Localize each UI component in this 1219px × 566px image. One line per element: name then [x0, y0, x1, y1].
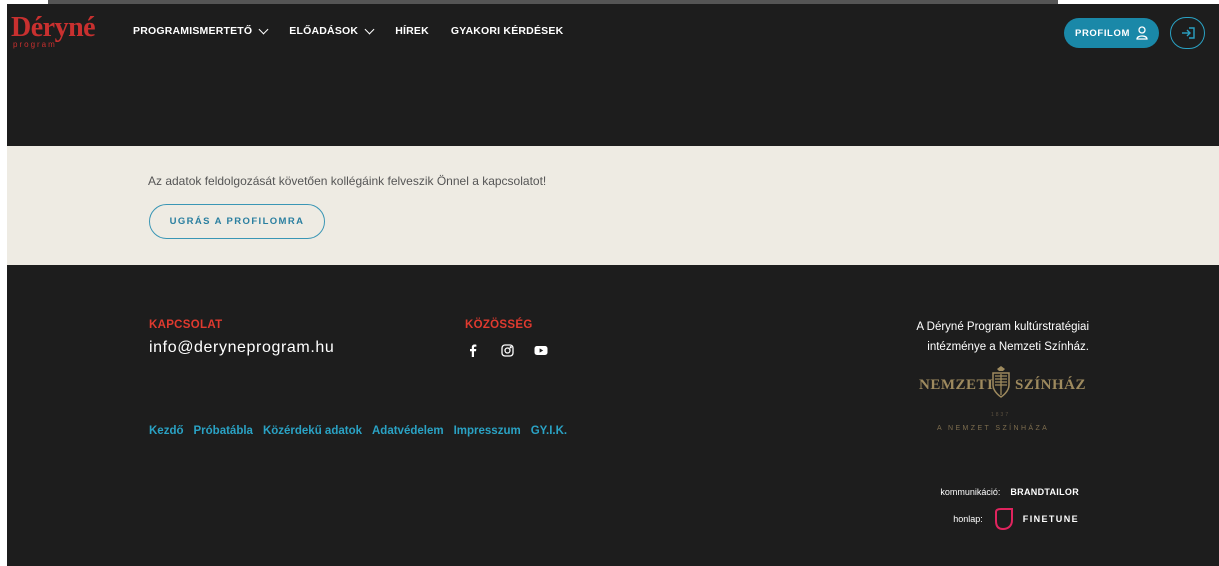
footer-link-impresszum[interactable]: Impresszum	[454, 425, 521, 437]
credit-comm-label: kommunikáció:	[940, 487, 1001, 497]
site-footer: KAPCSOLAT info@deryneprogram.hu KÖZÖSSÉG…	[7, 265, 1219, 566]
social-links	[465, 342, 549, 358]
deryne-logo[interactable]: Déryné program	[11, 14, 121, 54]
strategy-line-2: intézménye a Nemzeti Színház.	[927, 341, 1089, 353]
credit-website: honlap: FINETUNE	[940, 507, 1079, 531]
footer-link-probatabla[interactable]: Próbatábla	[194, 425, 253, 437]
go-to-profile-button[interactable]: UGRÁS A PROFILOMRA	[149, 204, 325, 239]
footer-link-kozerdeku-adatok[interactable]: Közérdekű adatok	[263, 425, 362, 437]
strategy-text: A Déryné Program kultúrstratégiai intézm…	[916, 317, 1089, 357]
main-nav: PROGRAMISMERTETŐ ELŐADÁSOK HÍREK GYAKORI…	[133, 24, 585, 37]
nav-label: PROGRAMISMERTETŐ	[133, 25, 253, 37]
footer-link-kezdo[interactable]: Kezdő	[149, 425, 184, 437]
nav-programismerteto[interactable]: PROGRAMISMERTETŐ	[133, 24, 269, 37]
chevron-down-icon	[364, 24, 375, 35]
nemzeti-szinhaz-logo[interactable]: NEMZETI SZÍNHÁZ 1837 A NEMZET SZÍNHÁZA	[919, 365, 1086, 435]
nemzeti-logo-subtitle: A NEMZET SZÍNHÁZA	[937, 425, 1050, 432]
finetune-link[interactable]: FINETUNE	[993, 507, 1079, 531]
logo-wordmark: Déryné	[11, 12, 96, 43]
youtube-icon[interactable]	[533, 342, 549, 358]
nemzeti-logo-left: NEMZETI	[919, 377, 994, 393]
site-header: Déryné program PROGRAMISMERTETŐ ELŐADÁSO…	[7, 4, 1219, 62]
footer-link-gyik[interactable]: GY.I.K.	[531, 425, 567, 437]
confirmation-section: Az adatok feldolgozását követően kollégá…	[7, 146, 1219, 265]
instagram-icon[interactable]	[499, 342, 515, 358]
brandtailor-link[interactable]: BRANDTAILOR	[1010, 487, 1079, 497]
community-heading: KÖZÖSSÉG	[465, 319, 533, 331]
nav-gyakori-kerdesek[interactable]: GYAKORI KÉRDÉSEK	[451, 25, 564, 37]
credit-communication: kommunikáció: BRANDTAILOR	[940, 487, 1079, 497]
login-button[interactable]	[1170, 17, 1205, 49]
finetune-logo-icon	[994, 508, 1013, 531]
profile-button-label: PROFILOM	[1075, 27, 1130, 39]
nemzeti-logo-year: 1837	[991, 412, 1011, 418]
nemzeti-logo-right: SZÍNHÁZ	[1015, 377, 1087, 393]
nav-eloadasok[interactable]: ELŐADÁSOK	[289, 24, 375, 37]
credits: kommunikáció: BRANDTAILOR honlap: FINETU…	[940, 487, 1079, 541]
contact-heading: KAPCSOLAT	[149, 319, 223, 331]
profile-button[interactable]: PROFILOM	[1064, 18, 1159, 48]
footer-links: Kezdő Próbatábla Közérdekű adatok Adatvé…	[149, 425, 567, 437]
nav-label: ELŐADÁSOK	[289, 25, 359, 37]
facebook-icon[interactable]	[465, 342, 481, 358]
footer-link-adatvedelem[interactable]: Adatvédelem	[372, 425, 444, 437]
page: Déryné program PROGRAMISMERTETŐ ELŐADÁSO…	[7, 4, 1219, 566]
confirmation-message: Az adatok feldolgozását követően kollégá…	[148, 174, 547, 188]
credit-web-label: honlap:	[953, 514, 983, 524]
nav-label: HÍREK	[395, 25, 429, 37]
finetune-name: FINETUNE	[1022, 514, 1079, 524]
crest-icon	[992, 366, 1010, 398]
nav-label: GYAKORI KÉRDÉSEK	[450, 25, 564, 37]
chevron-down-icon	[258, 24, 269, 35]
strategy-line-1: A Déryné Program kultúrstratégiai	[916, 321, 1089, 333]
user-icon	[1136, 26, 1148, 40]
login-arrow-icon	[1181, 27, 1195, 39]
contact-email-link[interactable]: info@deryneprogram.hu	[149, 339, 334, 357]
nav-hirek[interactable]: HÍREK	[395, 25, 429, 37]
